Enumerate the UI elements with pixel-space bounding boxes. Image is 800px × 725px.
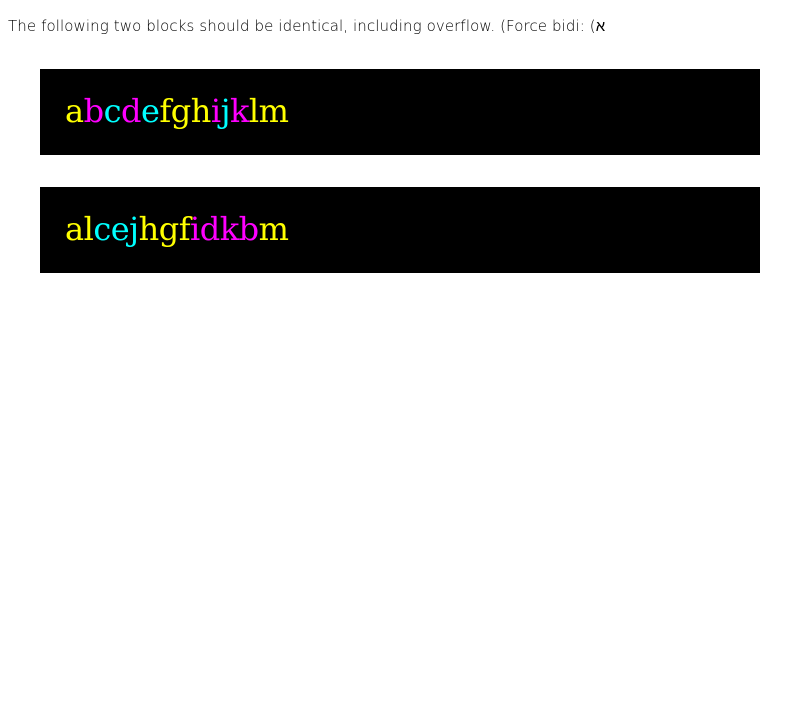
glyph-f: f — [159, 92, 171, 130]
glyph-j: j — [220, 92, 231, 130]
glyph-a: a — [65, 210, 84, 248]
glyph-b: b — [83, 92, 104, 130]
glyph-l: l — [248, 92, 259, 130]
glyph-d: d — [199, 210, 220, 248]
glyph-c: c — [103, 92, 122, 130]
glyph-i: i — [210, 92, 221, 130]
glyph-k: k — [219, 210, 239, 248]
intro-text: The following two blocks should be ident… — [8, 17, 606, 35]
glyph-m: m — [258, 92, 289, 130]
glyph-g: g — [170, 92, 191, 130]
glyph-a: a — [65, 92, 84, 130]
glyph-d: d — [120, 92, 141, 130]
glyph-i: i — [190, 210, 200, 248]
glyph-f: f — [178, 210, 191, 248]
test-block-1: abcdefghijklm — [40, 69, 760, 155]
glyph-g: g — [158, 210, 179, 248]
glyph-m: m — [258, 210, 289, 248]
glyph-b: b — [238, 210, 259, 248]
glyph-h: h — [138, 210, 160, 248]
glyph-j: j — [129, 210, 139, 248]
glyph-c: c — [93, 210, 111, 248]
glyph-k: k — [230, 92, 249, 130]
glyph-l: l — [83, 210, 94, 248]
test-block-1-text: abcdefghijklm — [65, 91, 289, 131]
glyph-h: h — [190, 92, 212, 130]
test-block-2-text: alcejhgfidkbm — [65, 209, 289, 249]
glyph-e: e — [140, 92, 160, 130]
glyph-e: e — [110, 210, 130, 248]
test-block-2: alcejhgfidkbm — [40, 187, 760, 273]
